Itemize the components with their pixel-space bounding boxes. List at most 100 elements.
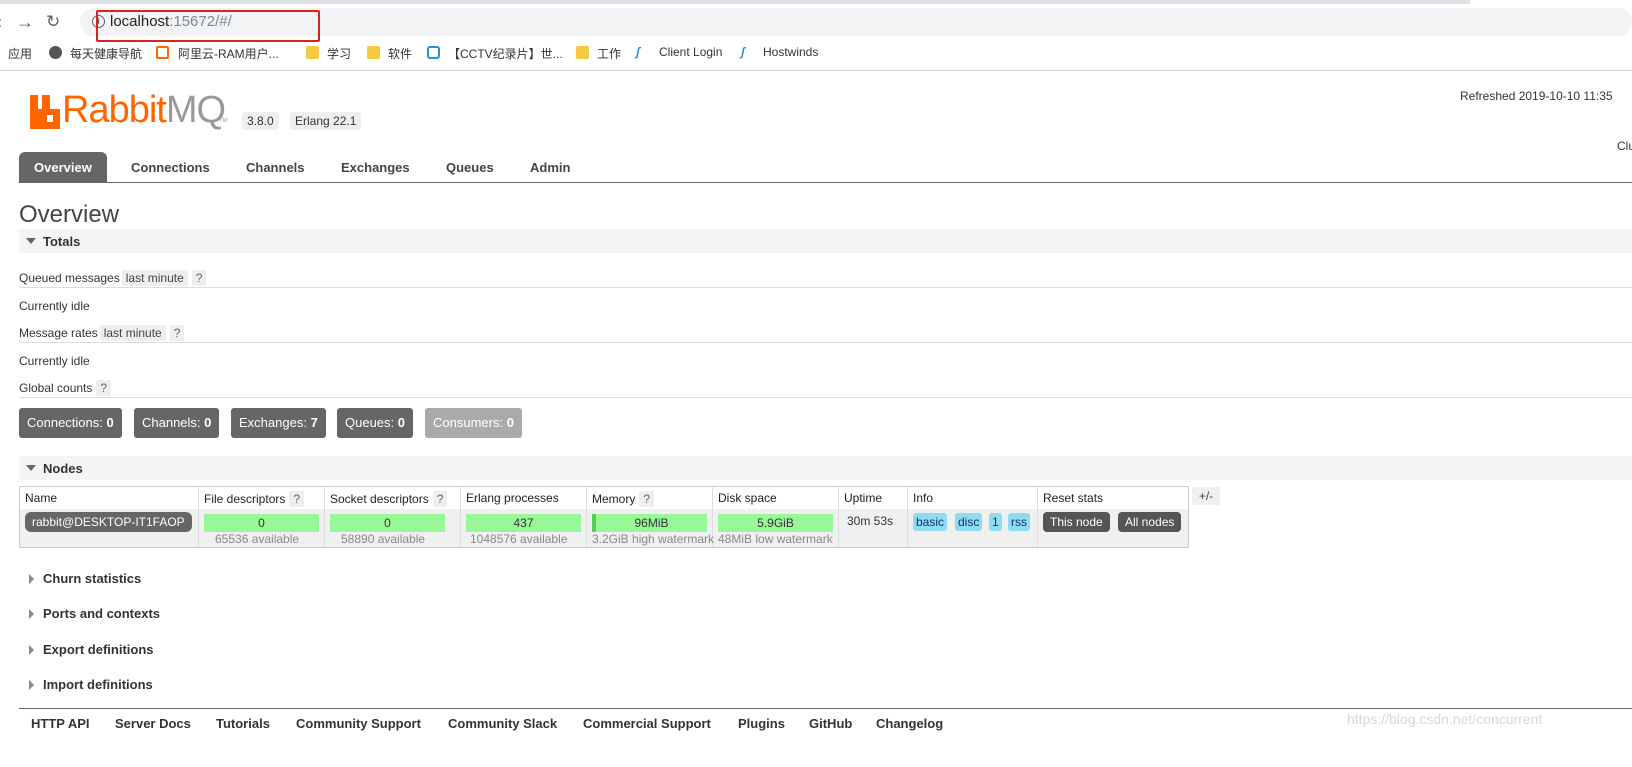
divider: [0, 70, 1632, 71]
queued-idle-text: Currently idle: [19, 299, 90, 313]
erlang-processes-bar: 437: [466, 514, 581, 532]
aliyun-icon: [156, 46, 169, 59]
queues-count-button[interactable]: Queues: 0: [337, 408, 414, 438]
bookmark-folder[interactable]: 软件: [388, 45, 412, 62]
nodes-section-toggle[interactable]: Nodes: [19, 456, 1632, 480]
message-period-selector[interactable]: last minute: [99, 325, 166, 341]
column-toggle-button[interactable]: +/-: [1192, 487, 1220, 505]
connections-count-button[interactable]: Connections: 0: [19, 408, 122, 438]
info-tag: basic: [913, 513, 948, 531]
column-header: Memory?: [592, 491, 655, 507]
logo-wordmark: RabbitMQ: [62, 89, 226, 131]
col-file-descriptors: File descriptors? 0 65536 available: [199, 487, 325, 547]
help-icon[interactable]: ?: [639, 491, 655, 507]
col-info: Info basic disc 1 rss: [908, 487, 1038, 547]
footer-link-plugins[interactable]: Plugins: [738, 716, 785, 731]
tab-connections[interactable]: Connections: [131, 152, 210, 183]
footer-link-commercial-support[interactable]: Commercial Support: [583, 716, 711, 731]
nodes-table: Name rabbit@DESKTOP-IT1FAOP File descrip…: [19, 486, 1189, 548]
message-rates-label: Message rates: [19, 326, 98, 340]
footer-link-community-support[interactable]: Community Support: [296, 716, 421, 731]
watermark: https://blog.csdn.net/concurrent: [1347, 711, 1543, 727]
bookmark-apps[interactable]: 应用: [8, 45, 32, 62]
tab-channels[interactable]: Channels: [246, 152, 305, 183]
refreshed-status[interactable]: Refreshed 2019-10-10 11:35: [1460, 89, 1613, 103]
erlang-badge: Erlang 22.1: [290, 112, 362, 130]
divider: [19, 397, 1632, 398]
tab-strip: [0, 0, 1470, 4]
cluster-label: Clu: [1617, 139, 1632, 153]
reset-all-nodes-button[interactable]: All nodes: [1118, 512, 1182, 532]
col-socket-descriptors: Socket descriptors? 0 58890 available: [325, 487, 461, 547]
bookmark-folder[interactable]: 学习: [327, 45, 351, 62]
hostwinds-icon: ʃ: [741, 45, 745, 59]
column-header: File descriptors?: [204, 491, 305, 507]
footer-link-changelog[interactable]: Changelog: [876, 716, 943, 731]
back-icon[interactable]: ‹: [0, 12, 2, 33]
info-tag: 1: [989, 513, 1002, 531]
memory-watermark: 3.2GiB high watermark: [592, 532, 715, 546]
exchanges-count-button[interactable]: Exchanges: 7: [231, 408, 326, 438]
footer-link-http-api[interactable]: HTTP API: [31, 716, 90, 731]
column-header: Disk space: [718, 491, 777, 505]
help-icon[interactable]: ?: [289, 491, 305, 507]
col-erlang-processes: Erlang processes 437 1048576 available: [461, 487, 587, 547]
column-header: Reset stats: [1043, 491, 1104, 505]
reload-icon[interactable]: ↻: [46, 12, 60, 32]
rabbitmq-logo-icon: [30, 95, 60, 129]
channels-count-button[interactable]: Channels: 0: [134, 408, 220, 438]
bookmark-item[interactable]: 每天健康导航: [70, 45, 142, 62]
footer-link-server-docs[interactable]: Server Docs: [115, 716, 191, 731]
column-header: Name: [25, 491, 58, 505]
tab-overview[interactable]: Overview: [19, 152, 107, 183]
tab-queues[interactable]: Queues: [446, 152, 494, 183]
page-title: Overview: [19, 201, 120, 228]
col-uptime: Uptime 30m 53s: [839, 487, 908, 547]
trademark: TM: [219, 118, 228, 124]
message-idle-text: Currently idle: [19, 354, 90, 368]
socket-descriptors-bar: 0: [330, 514, 445, 532]
node-name-link[interactable]: rabbit@DESKTOP-IT1FAOP: [25, 512, 192, 532]
section-heading: Totals: [43, 234, 81, 249]
annotation-highlight-box: [96, 10, 320, 42]
hostwinds-icon: ʃ: [636, 45, 640, 59]
consumers-count-button[interactable]: Consumers: 0: [425, 408, 522, 438]
browser-chrome: ‹ → ↻ i localhost:15672/#/ 应用 每天健康导航 阿里云…: [0, 0, 1632, 72]
help-icon[interactable]: ?: [432, 491, 448, 507]
col-disk-space: Disk space 5.9GiB 48MiB low watermark: [713, 487, 839, 547]
help-icon[interactable]: ?: [96, 380, 112, 396]
file-descriptors-available: 65536 available: [215, 532, 300, 546]
collapse-triangle-icon: [26, 238, 36, 244]
disk-watermark: 48MiB low watermark: [718, 532, 833, 546]
section-heading: Ports and contexts: [43, 606, 161, 621]
queued-period-selector[interactable]: last minute: [121, 270, 188, 286]
tab-admin[interactable]: Admin: [530, 152, 570, 183]
reset-this-node-button[interactable]: This node: [1043, 512, 1110, 532]
footer-link-tutorials[interactable]: Tutorials: [216, 716, 270, 731]
section-heading: Churn statistics: [43, 571, 142, 586]
bookmarks-bar: 应用 每天健康导航 阿里云-RAM用户... 学习 软件 【CCTV纪录片】世.…: [0, 42, 1632, 64]
socket-descriptors-available: 58890 available: [341, 532, 426, 546]
global-counts-label: Global counts: [19, 381, 93, 395]
expand-triangle-icon: [29, 645, 34, 655]
bookmark-item[interactable]: 【CCTV纪录片】世...: [448, 45, 563, 62]
help-icon[interactable]: ?: [191, 270, 207, 286]
column-header: Socket descriptors?: [330, 491, 448, 507]
divider: [19, 342, 1632, 343]
folder-icon: [306, 46, 319, 59]
totals-section-toggle[interactable]: Totals: [19, 229, 1632, 253]
help-icon[interactable]: ?: [169, 325, 185, 341]
forward-icon[interactable]: →: [16, 12, 34, 33]
folder-icon: [367, 46, 380, 59]
folder-icon: [576, 46, 589, 59]
column-header: Info: [913, 491, 934, 505]
global-counts-row: Global counts?: [19, 380, 112, 396]
bookmark-folder[interactable]: 工作: [597, 45, 621, 62]
footer-link-github[interactable]: GitHub: [809, 716, 852, 731]
tab-exchanges[interactable]: Exchanges: [341, 152, 410, 183]
bookmark-item[interactable]: Client Login: [659, 45, 722, 59]
section-heading: Export definitions: [43, 642, 154, 657]
footer-link-community-slack[interactable]: Community Slack: [448, 716, 557, 731]
bookmark-item[interactable]: 阿里云-RAM用户...: [178, 45, 279, 62]
bookmark-item[interactable]: Hostwinds: [763, 45, 818, 59]
